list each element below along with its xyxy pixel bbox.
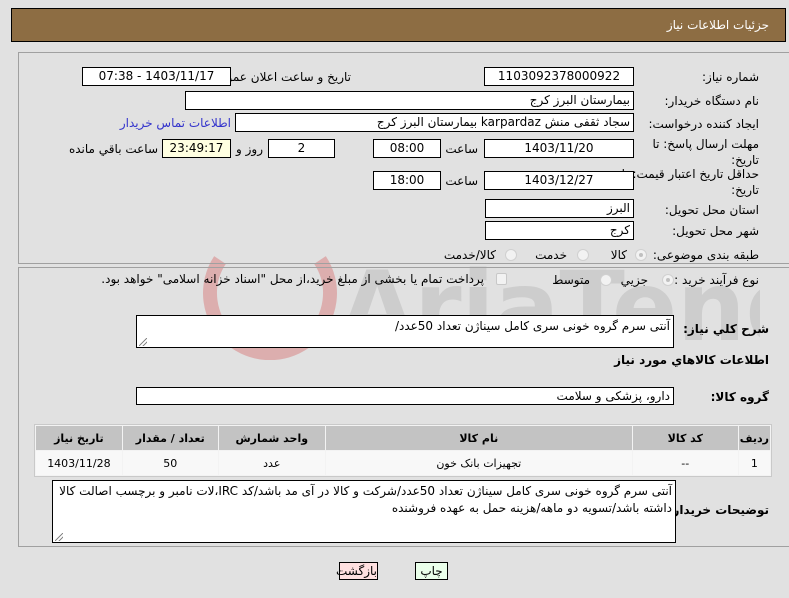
resize-grip-icon[interactable]	[55, 533, 63, 541]
price-validity-time: 18:00	[373, 171, 441, 190]
delivery-province-label: استان محل تحویل:	[664, 203, 759, 217]
cell-quantity: 50	[122, 451, 218, 475]
buyer-contact-link[interactable]: اطلاعات تماس خریدار	[120, 116, 231, 130]
price-validity-label: حداقل تاریخ اعتبار قیمت: تا	[621, 167, 759, 181]
cell-row: 1	[738, 451, 770, 475]
goods-section-title: اطلاعات كالاهاي مورد نياز	[614, 353, 769, 367]
page-header: جزئیات اطلاعات نیاز	[11, 8, 786, 42]
buyer-notes-label: توضیحات خریدار:	[667, 503, 769, 517]
goods-group-label: گروه کالا:	[710, 390, 769, 404]
resize-grip-icon[interactable]	[139, 338, 147, 346]
need-number-label: شماره نیاز:	[702, 70, 759, 84]
category-radio-goods[interactable]	[635, 249, 647, 261]
response-time-label: ساعت	[445, 142, 478, 156]
cell-name: تجهیزات بانک خون	[325, 451, 632, 475]
buyer-org-label: نام دستگاه خریدار:	[664, 94, 760, 108]
delivery-province-field: البرز	[485, 199, 634, 218]
table-row: 1 -- تجهیزات بانک خون عدد 50 1403/11/28	[36, 451, 770, 475]
category-option-service: خدمت	[535, 248, 567, 262]
response-deadline-label: مهلت ارسال پاسخ: تا	[652, 137, 759, 151]
need-number-field: 1103092378000922	[484, 67, 634, 86]
cell-need-date: 1403/11/28	[36, 451, 122, 475]
remaining-days: 2	[268, 139, 335, 158]
col-header-row: ردیف	[738, 426, 770, 450]
back-button[interactable]: بازگشت	[336, 562, 378, 580]
summary-textarea[interactable]: آنتی سرم گروه خونی سری کامل سیناژن تعداد…	[136, 315, 674, 348]
delivery-city-field: کرج	[485, 221, 634, 240]
buyer-notes-textarea[interactable]: آنتی سرم گروه خونی سری کامل سیناژن تعداد…	[52, 480, 676, 543]
price-validity-label-2: تاریخ:	[731, 183, 759, 197]
remaining-label: ساعت باقي مانده	[68, 142, 158, 156]
print-button[interactable]: چاپ	[415, 562, 448, 580]
col-header-quantity: تعداد / مقدار	[122, 426, 218, 450]
category-radio-goods-service[interactable]	[505, 249, 517, 261]
buyer-org-field: بیمارستان البرز کرج	[185, 91, 634, 110]
page-title: جزئیات اطلاعات نیاز	[666, 18, 769, 32]
buyer-notes-text: آنتی سرم گروه خونی سری کامل سیناژن تعداد…	[59, 484, 672, 515]
category-option-goods-service: کالا/خدمت	[443, 248, 496, 262]
remaining-time: 23:49:17	[162, 139, 231, 158]
category-label: طبقه بندی موضوعی:	[652, 248, 759, 262]
goods-group-field: دارو، پزشکی و سلامت	[136, 387, 674, 405]
goods-table: ردیف کد کالا نام کالا واحد شمارش تعداد /…	[34, 424, 772, 477]
response-deadline-date: 1403/11/20	[484, 139, 634, 158]
summary-text: آنتی سرم گروه خونی سری کامل سیناژن تعداد…	[394, 319, 670, 333]
delivery-city-label: شهر محل تحویل:	[672, 224, 759, 238]
col-header-name: نام کالا	[325, 426, 632, 450]
requester-field: سجاد ثقفی منش karpardaz بیمارستان البرز …	[235, 113, 634, 132]
summary-label: شرح كلي نياز:	[683, 322, 769, 336]
goods-table-header: ردیف کد کالا نام کالا واحد شمارش تعداد /…	[36, 426, 770, 450]
requester-label: ایجاد کننده درخواست:	[648, 117, 759, 131]
response-deadline-label-2: تاریخ:	[731, 153, 759, 167]
announce-datetime-field: 1403/11/17 - 07:38	[82, 67, 231, 86]
days-label: روز و	[236, 142, 263, 156]
col-header-need-date: تاریخ نیاز	[36, 426, 122, 450]
cell-code: --	[632, 451, 738, 475]
category-radio-service[interactable]	[577, 249, 589, 261]
cell-unit: عدد	[218, 451, 325, 475]
col-header-unit: واحد شمارش	[218, 426, 325, 450]
response-deadline-time: 08:00	[373, 139, 441, 158]
category-option-goods: کالا	[610, 248, 627, 262]
col-header-code: کد کالا	[632, 426, 738, 450]
price-validity-date: 1403/12/27	[484, 171, 634, 190]
price-time-label: ساعت	[445, 174, 478, 188]
